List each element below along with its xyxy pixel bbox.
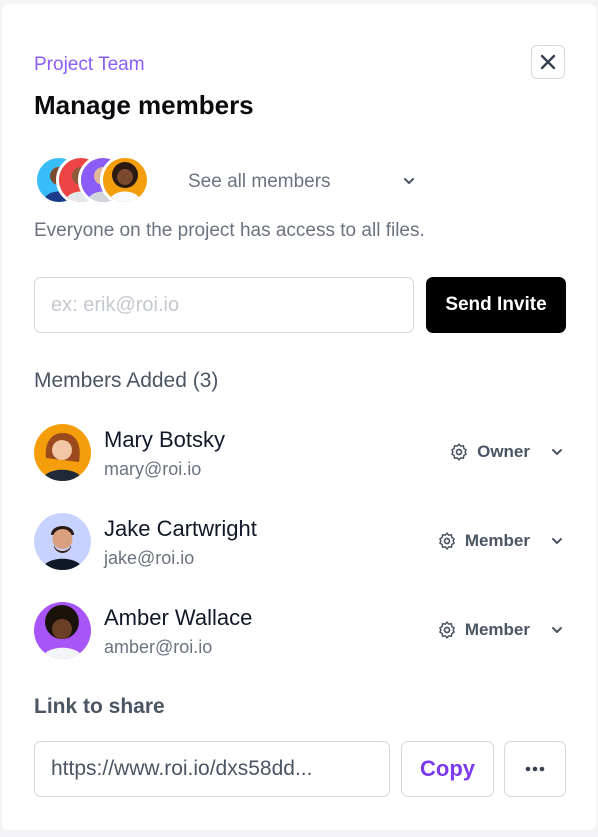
role-dropdown[interactable]: Owner bbox=[449, 439, 566, 465]
page-title: Manage members bbox=[34, 90, 254, 120]
gear-icon bbox=[451, 443, 467, 461]
member-name: Mary Botsky bbox=[104, 427, 226, 452]
close-button[interactable] bbox=[531, 45, 565, 79]
manage-members-panel: Project Team Manage members See all memb… bbox=[2, 4, 596, 830]
chevron-down-icon[interactable] bbox=[400, 172, 418, 190]
member-row: Mary Botsky mary@roi.io Owner bbox=[34, 424, 566, 484]
share-link-label: Link to share bbox=[34, 695, 165, 718]
chevron-down-icon bbox=[552, 627, 562, 633]
member-email: jake@roi.io bbox=[104, 548, 195, 568]
close-icon bbox=[540, 54, 556, 70]
avatar bbox=[34, 602, 91, 659]
chevron-down-icon bbox=[552, 538, 562, 544]
avatar bbox=[34, 424, 91, 481]
share-link-field[interactable] bbox=[34, 741, 390, 797]
member-name: Jake Cartwright bbox=[104, 516, 257, 541]
copy-link-button[interactable]: Copy bbox=[401, 741, 494, 797]
member-email: amber@roi.io bbox=[104, 637, 213, 657]
member-email: mary@roi.io bbox=[104, 459, 202, 479]
role-label: Owner bbox=[477, 442, 530, 461]
member-row: Jake Cartwright jake@roi.io Member bbox=[34, 513, 566, 573]
access-note: Everyone on the project has access to al… bbox=[34, 220, 425, 241]
more-horizontal-icon bbox=[525, 766, 545, 772]
avatar bbox=[100, 155, 150, 205]
members-added-heading: Members Added (3) bbox=[34, 369, 219, 392]
send-invite-button[interactable]: Send Invite bbox=[426, 277, 566, 333]
panel-eyebrow: Project Team bbox=[34, 54, 145, 75]
role-label: Member bbox=[464, 531, 530, 550]
gear-icon bbox=[438, 532, 455, 550]
more-options-button[interactable] bbox=[504, 741, 566, 797]
role-dropdown[interactable]: Member bbox=[437, 528, 566, 554]
invite-email-input[interactable] bbox=[34, 277, 414, 333]
member-name: Amber Wallace bbox=[104, 605, 253, 630]
member-row: Amber Wallace amber@roi.io Member bbox=[34, 602, 566, 662]
chevron-down-icon bbox=[552, 449, 562, 455]
see-all-members-link[interactable]: See all members bbox=[188, 170, 331, 194]
gear-icon bbox=[438, 621, 455, 639]
role-dropdown[interactable]: Member bbox=[437, 617, 566, 643]
avatar bbox=[34, 513, 91, 570]
role-label: Member bbox=[464, 620, 530, 639]
